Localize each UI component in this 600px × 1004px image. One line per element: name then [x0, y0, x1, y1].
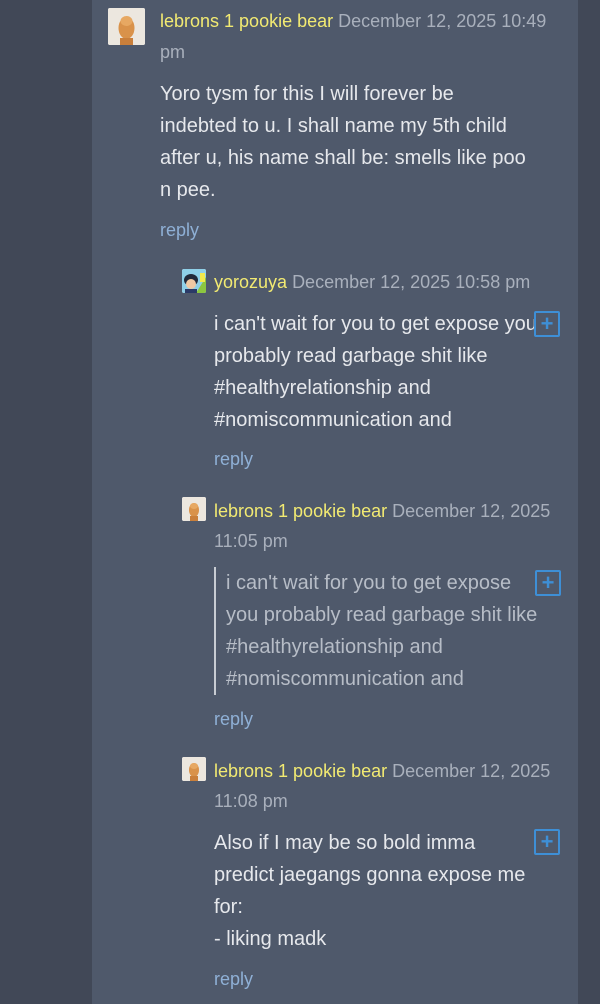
comment-date-cont: 11:08 pm — [214, 791, 288, 811]
reply-link[interactable]: reply — [160, 217, 199, 243]
comment-line: - liking madk — [214, 928, 327, 950]
expand-plus-icon[interactable]: + — [534, 311, 560, 337]
comment-line: predict jaegangs gonna expose me — [214, 864, 526, 886]
lebron-photo-avatar[interactable] — [182, 497, 206, 521]
quoted-comment: i can't wait for you to get expose you p… — [214, 567, 576, 695]
comment-body: i can't wait for you to get expose you p… — [214, 308, 574, 436]
anime-avatar[interactable] — [182, 269, 206, 293]
quote-line: #nomiscommunication and — [226, 668, 464, 690]
comment-body: Yoro tysm for this I will forever be ind… — [160, 78, 580, 206]
comment-line: i can't wait for you to get expose you — [214, 313, 537, 335]
comment-line: #nomiscommunication and — [214, 409, 452, 431]
comment-date-cont: pm — [160, 42, 186, 62]
comment-line: for: — [214, 896, 243, 918]
expand-plus-icon[interactable]: + — [534, 829, 560, 855]
comment-line: indebted to u. I shall name my 5th child — [160, 115, 507, 137]
comment-date[interactable]: December 12, 2025 10:58 pm — [292, 272, 530, 292]
lebron-photo-avatar[interactable] — [182, 757, 206, 781]
author-name[interactable]: yorozuya — [214, 272, 287, 292]
expand-plus-icon[interactable]: + — [535, 570, 561, 596]
comment-line: Also if I may be so bold imma — [214, 832, 476, 854]
comment-date[interactable]: December 12, 2025 — [392, 761, 550, 781]
reply-link[interactable]: reply — [214, 966, 253, 992]
comment-date-cont: 11:05 pm — [214, 531, 288, 551]
reply-link[interactable]: reply — [214, 446, 253, 472]
comment-line: probably read garbage shit like — [214, 345, 488, 367]
comment-line: after u, his name shall be: smells like … — [160, 147, 526, 169]
comment-line: #healthyrelationship and — [214, 377, 431, 399]
comment-line: n pee. — [160, 179, 216, 201]
comment-line: Yoro tysm for this I will forever be — [160, 83, 454, 105]
comment-date[interactable]: December 12, 2025 — [392, 501, 550, 521]
comment-body: Also if I may be so bold imma predict ja… — [214, 827, 534, 955]
author-name[interactable]: lebrons 1 pookie bear — [214, 761, 387, 781]
author-name[interactable]: lebrons 1 pookie bear — [214, 501, 387, 521]
quote-line: #healthyrelationship and — [226, 636, 443, 658]
quote-line: you probably read garbage shit like — [226, 604, 538, 626]
comment-date[interactable]: December 12, 2025 10:49 — [338, 11, 546, 31]
reply-link[interactable]: reply — [214, 706, 253, 732]
author-name[interactable]: lebrons 1 pookie bear — [160, 11, 333, 31]
quote-line: i can't wait for you to get expose — [226, 572, 512, 594]
lebron-photo-avatar[interactable] — [108, 8, 145, 45]
